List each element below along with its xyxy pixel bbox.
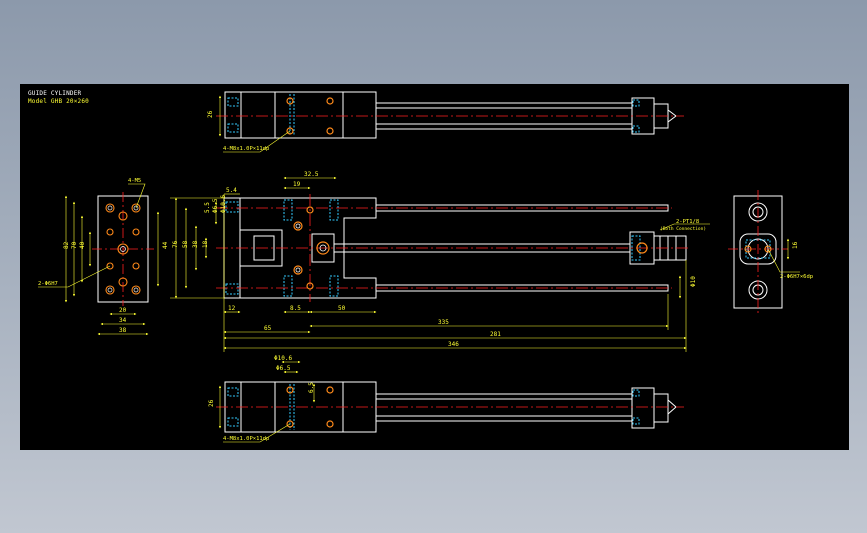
side-dim-h-core: 44 xyxy=(162,241,169,249)
front-dim-65: 65 xyxy=(264,325,272,332)
front-dim-76: 76 xyxy=(172,240,179,248)
bottom-view: 26 Φ10.6 Φ6.5 6.5 4-M8x1.0P×11dp xyxy=(208,355,684,443)
side-dim-h-mid: 70 xyxy=(71,241,78,249)
bottom-dim-phi6-5: Φ6.5 xyxy=(276,365,291,372)
side-dim-w20: 20 xyxy=(119,307,127,314)
end-pin-callout: 2-Φ6H7×6dp xyxy=(780,274,813,280)
front-dim-38: 38 xyxy=(192,240,199,248)
bottom-plate xyxy=(631,387,655,429)
front-dim-phi10-6: Φ10.6 xyxy=(220,195,227,213)
bottom-dim-h: 26 xyxy=(208,399,215,407)
top-block-left xyxy=(240,91,276,139)
front-dim-19: 19 xyxy=(293,181,301,188)
bottom-dim-phi10-6: Φ10.6 xyxy=(274,355,292,362)
side-dim-w38: 38 xyxy=(119,327,127,334)
bottom-rod-1 xyxy=(375,393,633,400)
front-dim-18: 18 xyxy=(202,240,209,248)
top-endcap xyxy=(224,91,242,139)
front-dim-335: 335 xyxy=(438,319,449,326)
front-dim-phi6-5: Φ6.5 xyxy=(212,198,219,213)
side-nut-callout: 4-M5 xyxy=(128,178,141,184)
top-block-end xyxy=(342,91,377,139)
bottom-clevis xyxy=(653,393,669,423)
front-dim-12: 12 xyxy=(228,305,236,312)
bottom-rod-2 xyxy=(375,415,633,422)
side-dim-h-in: 40 xyxy=(79,241,86,249)
front-dim-5-5: 5.5 xyxy=(204,202,211,213)
front-view: 5.4 19 32.5 12 8.5 50 65 335 281 346 76 … xyxy=(170,171,710,352)
front-dim-8-5: 8.5 xyxy=(290,305,301,312)
front-dim-281: 281 xyxy=(490,331,501,338)
port-note: (Both Connection) xyxy=(660,226,706,232)
top-rod-1 xyxy=(375,102,633,109)
side-pin-callout: 2-Φ6H7 xyxy=(38,281,58,287)
top-rod-2 xyxy=(375,123,633,130)
front-dim-50: 50 xyxy=(338,305,346,312)
bottom-dim-6-5: 6.5 xyxy=(308,382,315,393)
front-dim-5-4: 5.4 xyxy=(226,187,237,194)
side-dim-w34: 34 xyxy=(119,317,127,324)
port-callout: 2-PT1/8 xyxy=(676,219,699,225)
front-dim-rod: Φ10 xyxy=(690,276,697,287)
drawing-canvas: 26 4-M8x1.0P×11dp 82 70 40 44 20 34 38 4… xyxy=(38,91,813,443)
side-dim-h-outer: 82 xyxy=(63,241,70,249)
front-dim-32-5: 32.5 xyxy=(304,171,319,178)
end-dim-h: 16 xyxy=(792,241,799,249)
front-dim-346: 346 xyxy=(448,341,459,348)
side-view: 82 70 40 44 20 34 38 4-M5 2-Φ6H7 xyxy=(38,178,169,336)
top-tap-callout: 4-M8x1.0P×11dp xyxy=(223,146,269,152)
cad-viewport[interactable]: GUIDE CYLINDER Model GHB 20×260 26 4-M8x… xyxy=(20,84,849,450)
top-view: 26 4-M8x1.0P×11dp xyxy=(207,91,684,153)
front-dim-58: 58 xyxy=(182,240,189,248)
top-dim-h: 26 xyxy=(207,110,214,118)
bottom-tap-callout: 4-M8x1.0P×11dp xyxy=(223,436,269,442)
end-view: 16 2-Φ6H7×6dp xyxy=(728,190,813,314)
